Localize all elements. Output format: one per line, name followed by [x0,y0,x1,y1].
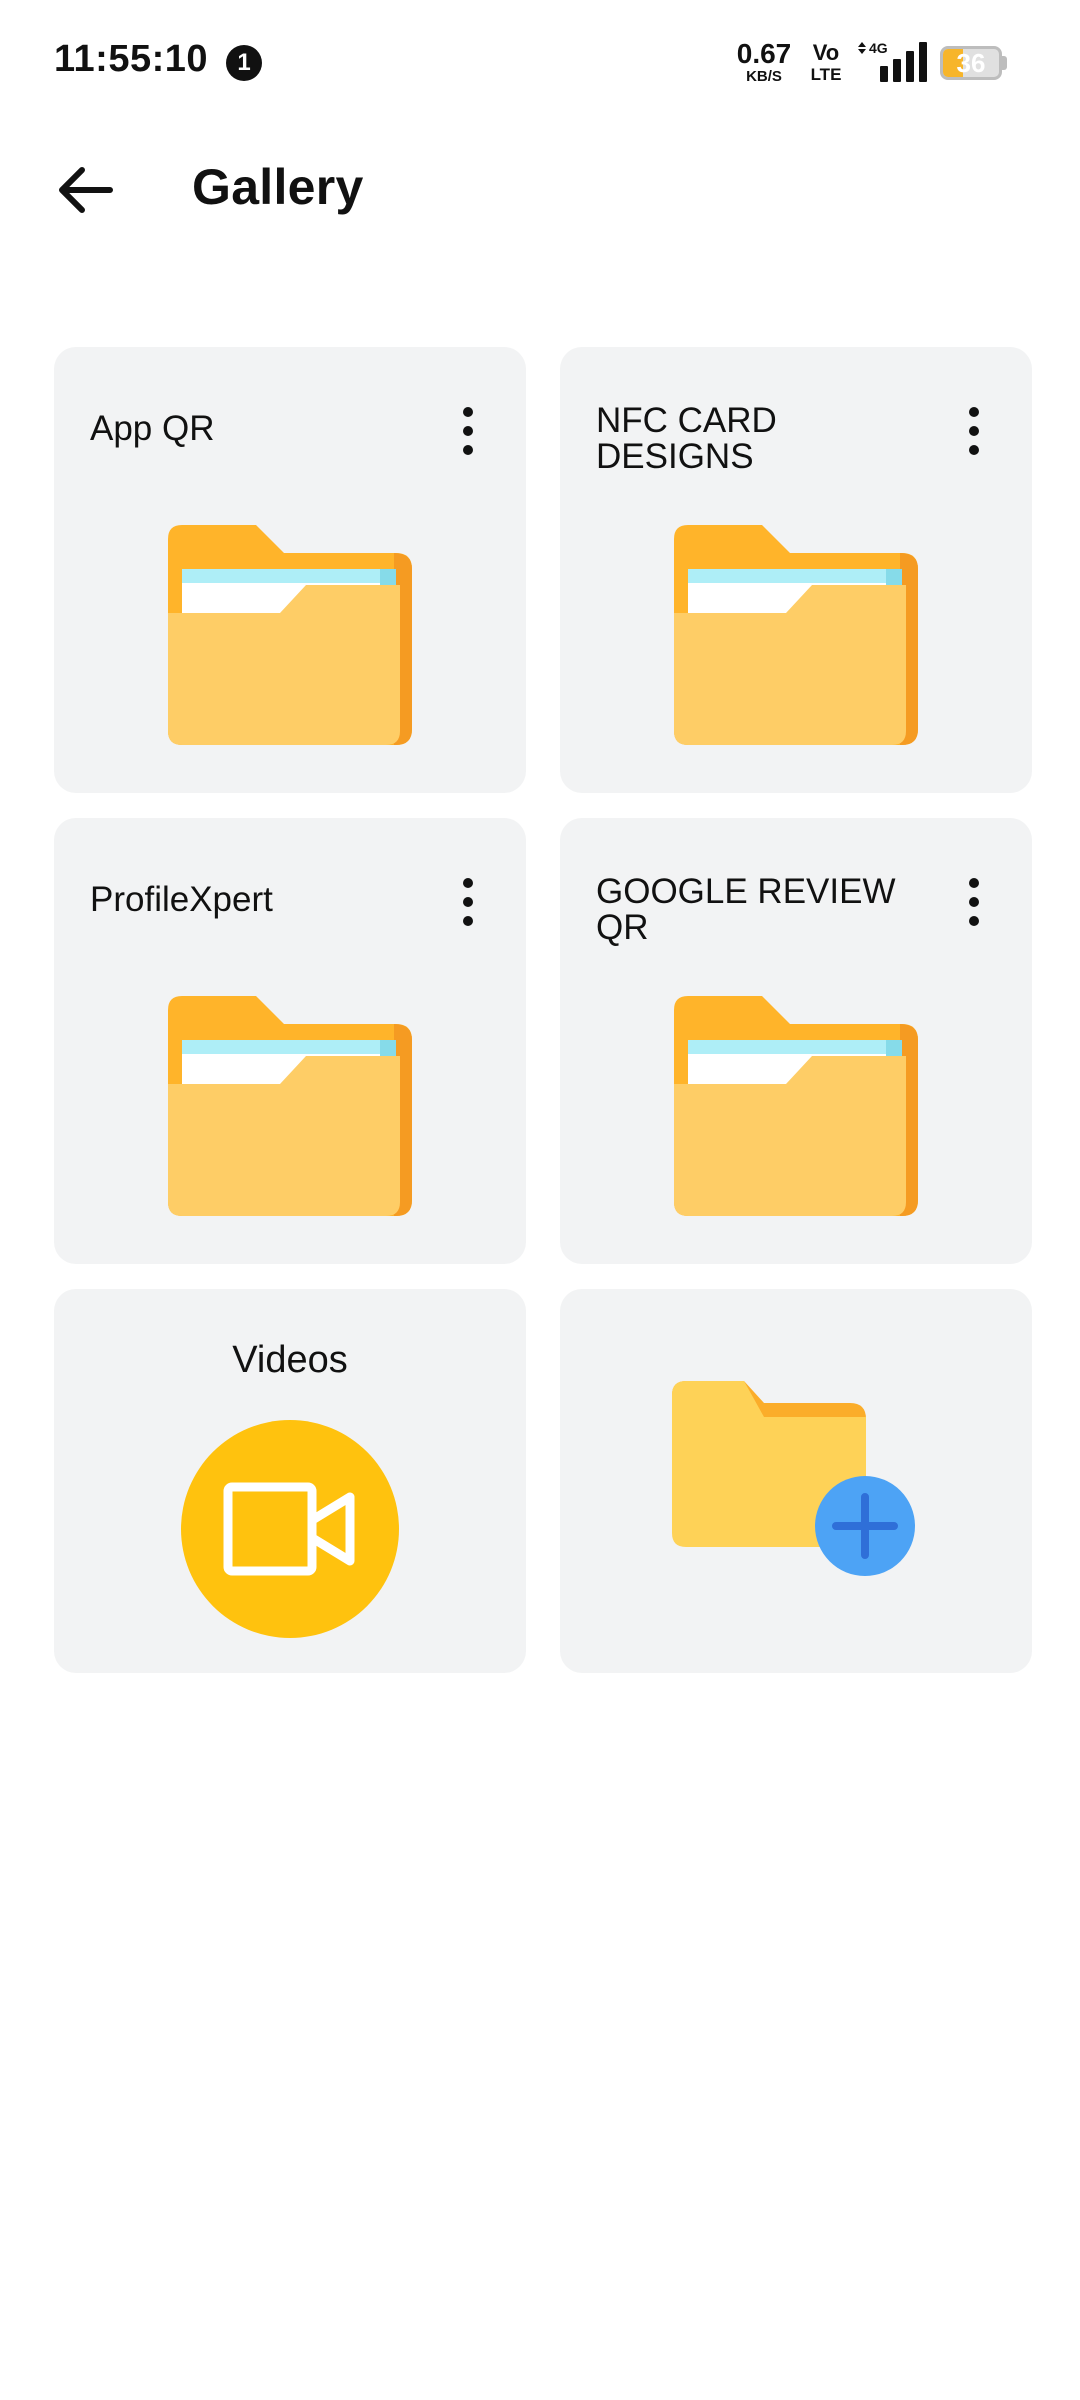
folder-icon [674,525,918,745]
folder-card-app-qr[interactable]: App QR [54,347,526,793]
notification-count-badge: 1 [226,45,262,81]
network-speed-value: 0.67 [736,38,792,69]
folder-icon [674,996,918,1216]
gallery-screen: 11:55:10 1 0.67 KB/S Vo LTE 4G 36 Galler… [0,0,1080,2400]
videos-label: Videos [232,1339,348,1381]
folder-icon [168,996,412,1216]
volte-bottom: LTE [810,65,842,84]
more-vertical-icon [463,407,473,417]
folder-icon [168,525,412,745]
battery-level: 36 [956,47,986,78]
folder-card-nfc-card-designs[interactable]: NFC CARD DESIGNS [560,347,1032,793]
volte-indicator: Vo LTE [806,40,846,84]
status-bar: 11:55:10 1 0.67 KB/S Vo LTE 4G 36 [0,0,1080,125]
add-folder-icon [672,1381,915,1576]
arrow-left-icon [59,167,113,213]
status-time: 11:55:10 [54,38,209,80]
add-folder-card[interactable] [560,1289,1032,1673]
battery-icon: 36 [940,46,1008,80]
network-speed: 0.67 KB/S [734,38,794,85]
network-speed-unit: KB/S [746,68,782,85]
network-type: 4G [869,40,888,56]
folder-menu-button[interactable] [956,403,992,459]
folder-menu-button[interactable] [956,874,992,930]
page-title: Gallery [192,159,364,215]
volte-top: Vo [812,40,840,65]
signal-icon: 4G [858,38,930,84]
video-camera-icon [181,1420,399,1638]
folder-menu-button[interactable] [450,874,486,930]
folder-name: ProfileXpert [90,880,273,919]
back-button[interactable] [50,155,120,225]
videos-card[interactable]: Videos [54,1289,526,1673]
folder-menu-button[interactable] [450,403,486,459]
more-vertical-icon [463,878,473,888]
folder-name: NFC CARD DESIGNS [596,401,777,476]
more-vertical-icon [969,878,979,888]
folder-card-profilexpert[interactable]: ProfileXpert [54,818,526,1264]
folder-name: App QR [90,409,215,448]
more-vertical-icon [969,407,979,417]
folder-name: GOOGLE REVIEW QR [596,872,896,947]
folder-card-google-review-qr[interactable]: GOOGLE REVIEW QR [560,818,1032,1264]
